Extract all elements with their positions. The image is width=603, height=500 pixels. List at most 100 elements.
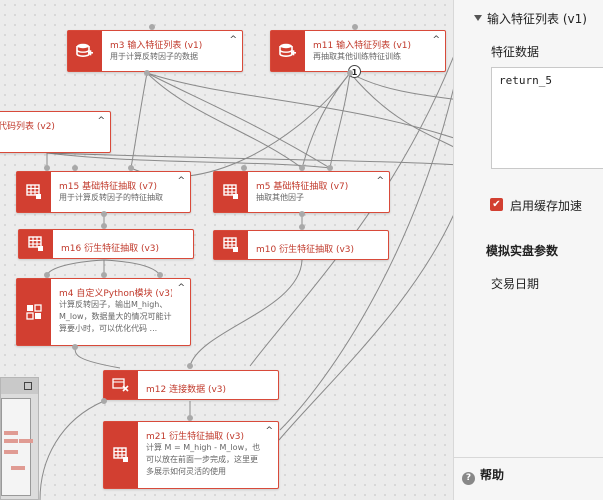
collapse-icon[interactable]: ^ <box>177 283 185 293</box>
feature-list-icon <box>68 31 102 71</box>
node-port[interactable] <box>144 70 150 76</box>
node-m12[interactable]: m12 连接数据 (v3) <box>103 370 279 400</box>
node-title: m3 输入特征列表 (v1) <box>110 41 203 51</box>
table-icon <box>214 172 248 212</box>
checkmark-icon: ✔ <box>492 199 501 210</box>
node-m10[interactable]: m10 衍生特征抽取 (v3) <box>213 230 389 260</box>
workflow-canvas[interactable]: m3 输入特征列表 (v1) 用于计算反转因子的数据 ^ m11 输入特征列表 … <box>0 0 453 500</box>
python-module-icon <box>17 279 51 345</box>
node-port[interactable] <box>44 272 50 278</box>
panel-header[interactable]: 输入特征列表 (v1) <box>474 10 587 27</box>
cache-checkbox[interactable]: ✔ <box>490 198 503 211</box>
join-data-icon <box>104 371 138 399</box>
node-port[interactable] <box>101 211 107 217</box>
node-desc: 用于计算反转因子的特征抽取 <box>59 193 163 202</box>
panel-title: 输入特征列表 (v1) <box>487 12 587 26</box>
node-port[interactable] <box>72 344 78 350</box>
node-title: m15 基础特征抽取 (v7) <box>59 182 158 192</box>
connection-wire <box>189 259 303 367</box>
connection-wire <box>130 72 148 169</box>
node-port[interactable] <box>299 211 305 217</box>
panel-divider <box>454 457 603 458</box>
feature-data-label: 特征数据 <box>491 45 540 59</box>
node-port[interactable] <box>72 165 78 171</box>
trade-date-label: 交易日期 <box>491 277 540 291</box>
table-icon <box>214 231 248 259</box>
collapse-icon[interactable]: ^ <box>177 176 185 186</box>
node-title: m11 输入特征列表 (v1) <box>313 41 412 51</box>
node-title: m12 连接数据 (v3) <box>146 385 227 395</box>
connection-wire <box>329 72 351 169</box>
node-desc: 用于计算反转因子的数据 <box>110 52 198 61</box>
collapse-icon[interactable]: ^ <box>229 35 237 45</box>
collapse-icon[interactable]: ^ <box>376 176 384 186</box>
collapse-icon[interactable]: ^ <box>265 426 273 436</box>
connection-wire <box>103 259 161 276</box>
minimap-node <box>4 450 18 454</box>
feature-data-value: return_5 <box>499 74 552 87</box>
collapse-icon[interactable]: ^ <box>97 116 105 126</box>
node-port[interactable] <box>101 223 107 229</box>
connection-wire <box>74 346 121 369</box>
minimap-node <box>4 439 18 443</box>
connection-wire <box>349 72 453 148</box>
node-port[interactable] <box>241 165 247 171</box>
node-desc: 再抽取其他训练特征训练 <box>313 52 401 61</box>
connection-wire <box>301 72 351 169</box>
node-desc: 计算 M = M_high - M_low，也可以放在前面一步完成，这里更多展示… <box>146 443 261 476</box>
node-desc: 计算反转因子，输出M_high、M_low，数据量大的情况可能计算要小时，可以优… <box>59 300 172 333</box>
node-title: m16 衍生特征抽取 (v3) <box>61 244 160 254</box>
node-title: m4 自定义Python模块 (v3) <box>59 289 172 299</box>
node-m21[interactable]: m21 衍生特征抽取 (v3) 计算 M = M_high - M_low，也可… <box>103 421 279 489</box>
connection-wire <box>146 72 331 169</box>
collapse-triangle-icon[interactable] <box>474 15 482 21</box>
node-m5[interactable]: m5 基础特征抽取 (v7) 抽取其他因子 ^ <box>213 171 390 213</box>
node-port[interactable] <box>101 398 107 404</box>
node-title: 券代码列表 (v2) <box>0 122 55 132</box>
help-icon: ? <box>462 472 475 485</box>
connection-wire <box>46 152 331 169</box>
node-port[interactable] <box>299 165 305 171</box>
help-button[interactable]: ? 帮助 <box>462 466 504 485</box>
minimap[interactable] <box>0 377 39 500</box>
minimap-expand-icon[interactable] <box>24 382 32 390</box>
sim-section-heading: 模拟实盘参数 <box>486 244 559 258</box>
node-title: m21 衍生特征抽取 (v3) <box>146 432 245 442</box>
node-port[interactable] <box>347 70 353 76</box>
node-port[interactable] <box>299 224 305 230</box>
minimap-node <box>19 439 33 443</box>
node-port[interactable] <box>128 165 134 171</box>
table-icon <box>17 172 51 212</box>
feature-list-icon <box>271 31 305 71</box>
table-icon <box>104 422 138 488</box>
node-port[interactable] <box>187 415 193 421</box>
node-port[interactable] <box>157 272 163 278</box>
node-port[interactable] <box>327 165 333 171</box>
node-port[interactable] <box>187 363 193 369</box>
node-m16[interactable]: m16 衍生特征抽取 (v3) <box>18 229 194 259</box>
cache-label: 启用缓存加速 <box>510 199 583 213</box>
minimap-header <box>1 378 38 394</box>
node-title: m5 基础特征抽取 (v7) <box>256 182 349 192</box>
connection-wire <box>39 400 105 500</box>
connection-wire <box>146 72 303 169</box>
properties-panel: 输入特征列表 (v1) 特征数据 return_5 ✔ 启用缓存加速 模拟实盘参… <box>453 0 603 500</box>
node-port[interactable] <box>149 24 155 30</box>
help-label: 帮助 <box>480 468 505 482</box>
node-m15[interactable]: m15 基础特征抽取 (v7) 用于计算反转因子的特征抽取 ^ <box>16 171 191 213</box>
node-m3[interactable]: m3 输入特征列表 (v1) 用于计算反转因子的数据 ^ <box>67 30 243 72</box>
node-title: m10 衍生特征抽取 (v3) <box>256 245 355 255</box>
connection-wire <box>46 259 105 276</box>
node-m4[interactable]: m4 自定义Python模块 (v3) 计算反转因子，输出M_high、M_lo… <box>16 278 191 346</box>
feature-data-editor[interactable]: return_5 <box>491 67 603 169</box>
minimap-viewport[interactable] <box>1 398 31 496</box>
collapse-icon[interactable]: ^ <box>432 35 440 45</box>
node-port[interactable] <box>44 165 50 171</box>
connection-wire <box>349 72 453 100</box>
node-port[interactable] <box>352 24 358 30</box>
node-port[interactable] <box>101 272 107 278</box>
node-desc: 据 <box>0 132 96 144</box>
node-m2[interactable]: 券代码列表 (v2) 据 ^ <box>0 111 111 153</box>
node-desc: 抽取其他因子 <box>256 193 304 202</box>
table-icon <box>19 230 53 258</box>
